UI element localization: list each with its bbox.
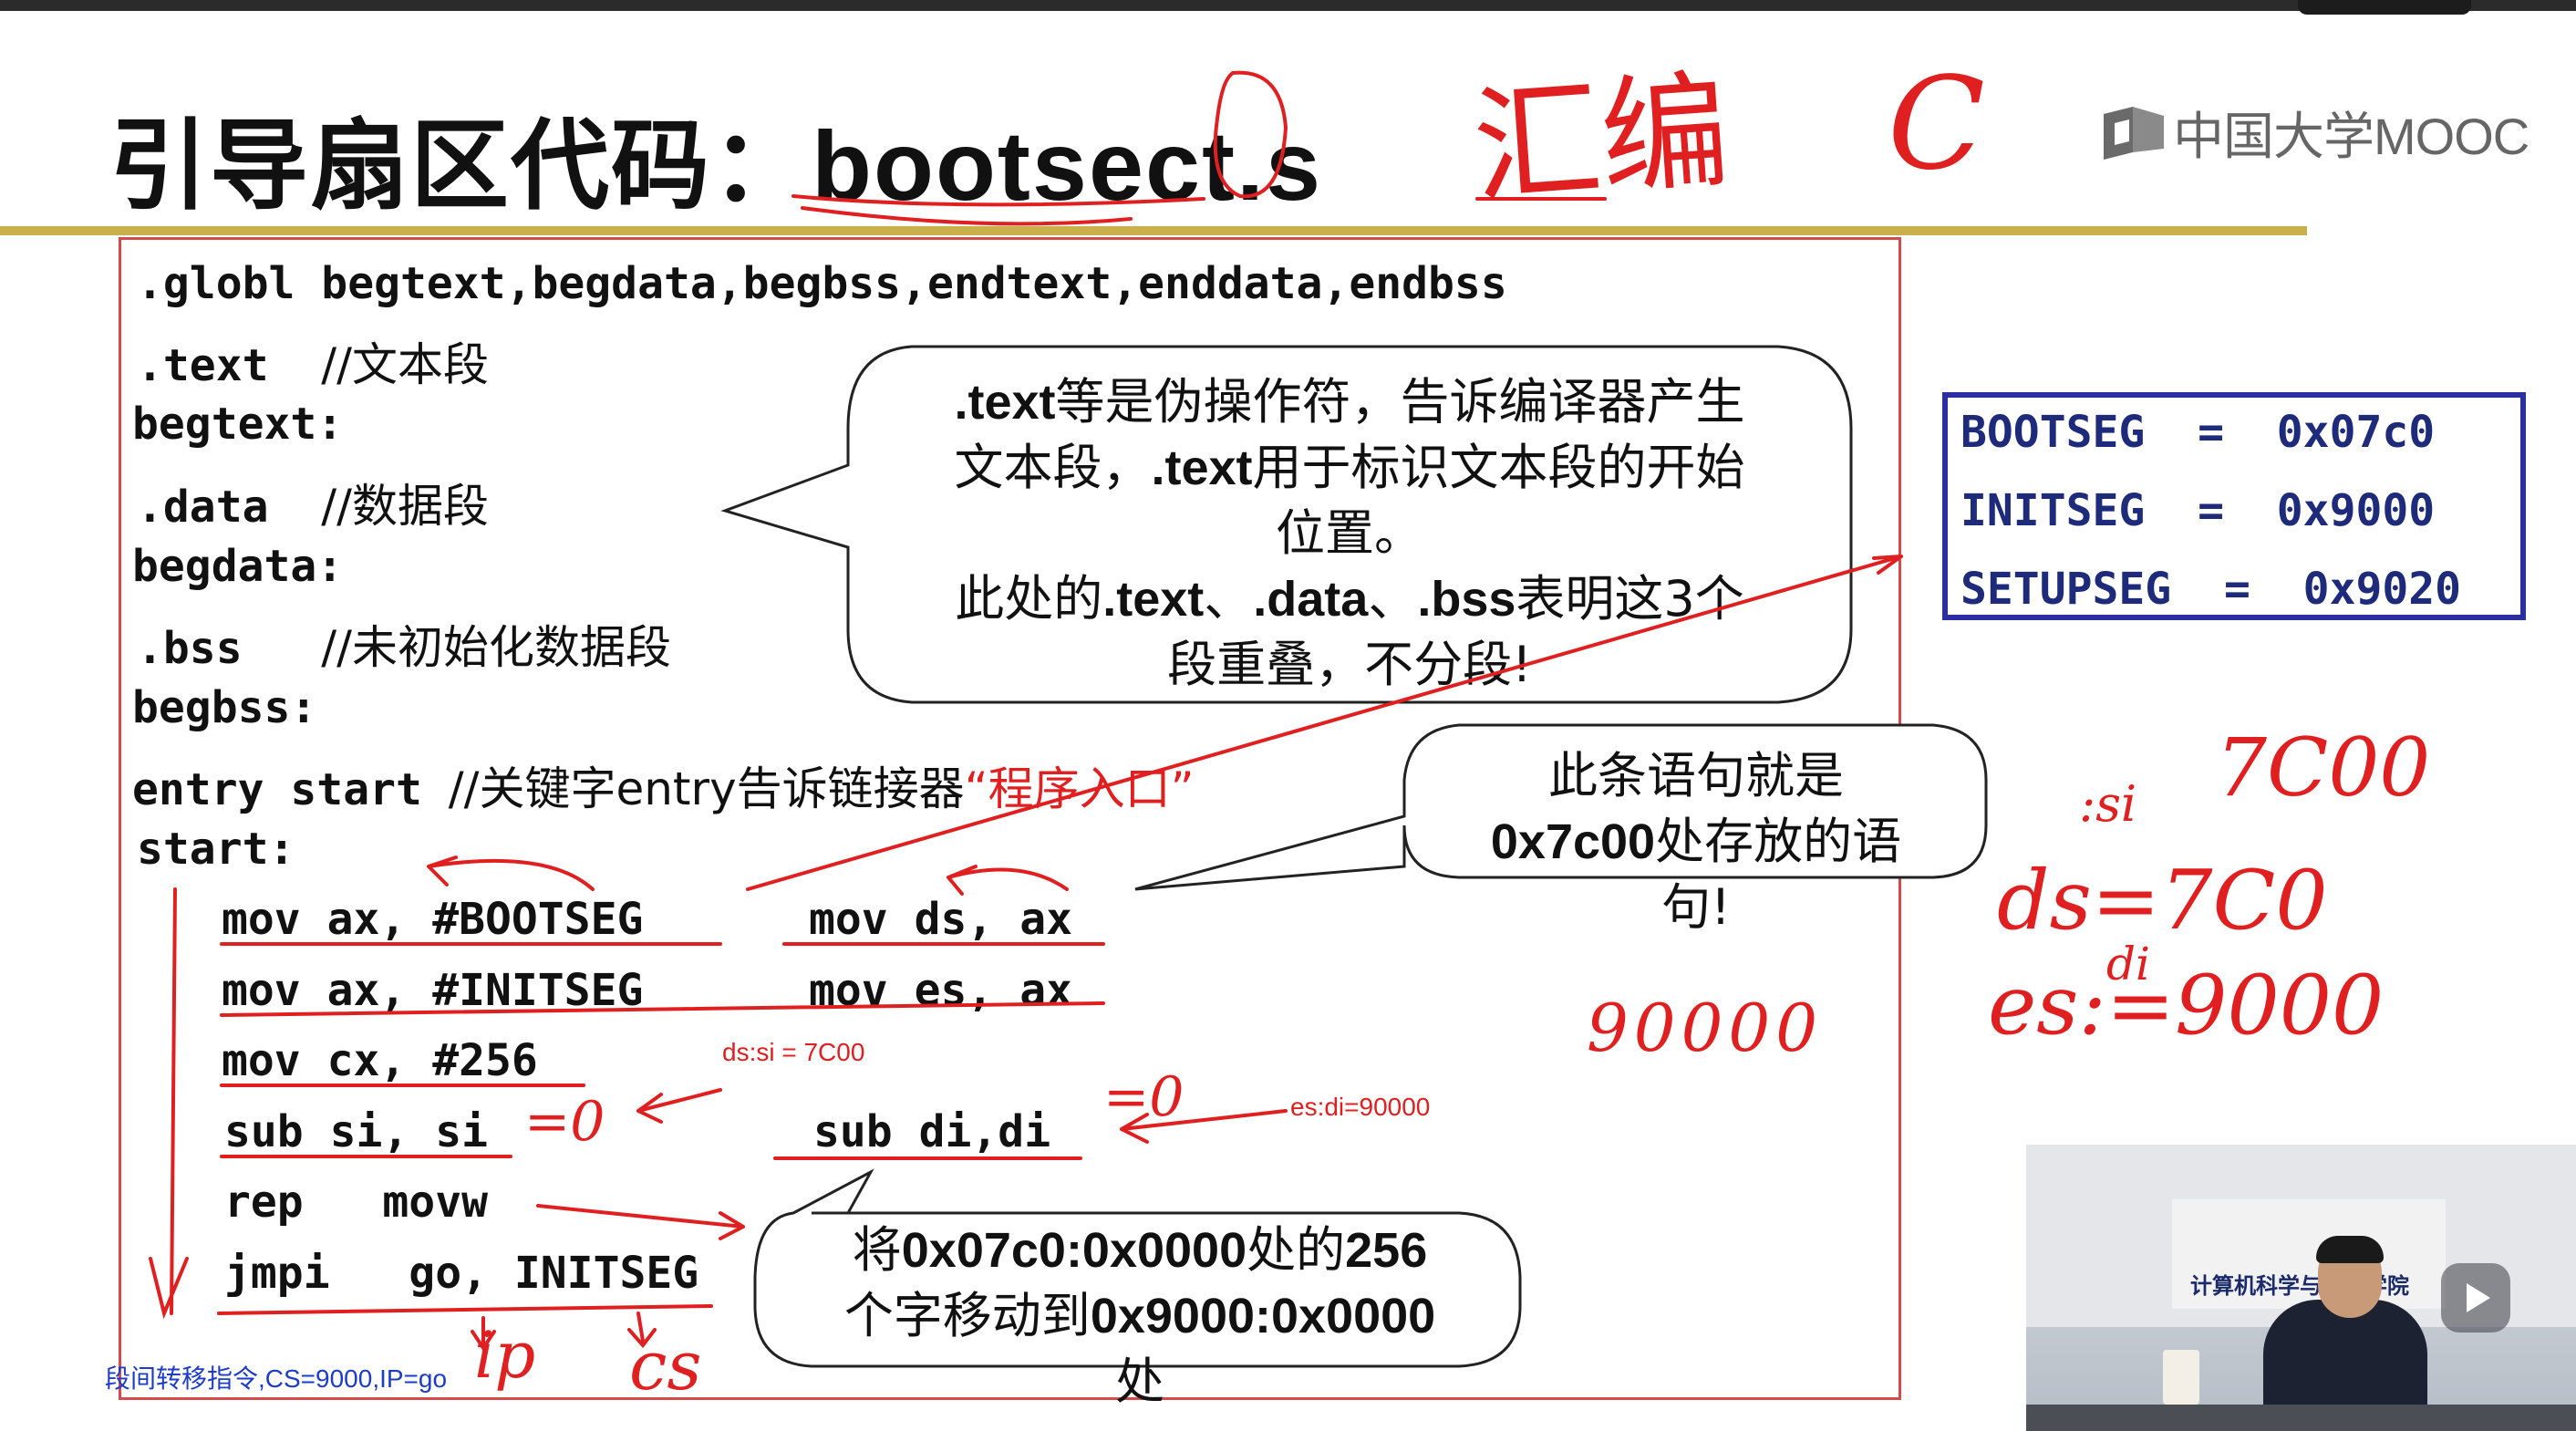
pen-underline-l13 [220,1155,1082,1160]
bottom-strip [0,1406,2576,1431]
lecture-slide: 引导扇区代码：bootsect.s 中国大学MOOC .globl begtex… [0,0,2576,1431]
lecturer-video[interactable]: 计算机科学与技术学院 [2026,1145,2576,1431]
pen-arrow-di [1120,1109,1288,1144]
pen-arrow-movw [536,1204,745,1240]
pen-long-line [746,555,1903,891]
pen-arc-l10a [427,855,595,891]
pen-arrow-cs [627,1312,657,1349]
pip-person-hair [2316,1236,2384,1263]
pen-left-bracket [149,887,189,1320]
play-icon [2467,1283,2490,1312]
pen-circle-s [1213,70,1288,199]
pip-cup [2163,1350,2199,1405]
play-button[interactable] [2441,1263,2510,1332]
pip-banner: 计算机科学与技术学院 [2172,1199,2446,1309]
pen-arc-l10b [947,865,1069,896]
pen-underline-title [791,194,1205,226]
pen-underline-l11 [220,1001,1105,1017]
pen-arrow-ip [471,1316,496,1352]
pen-arrow-si [636,1088,722,1124]
